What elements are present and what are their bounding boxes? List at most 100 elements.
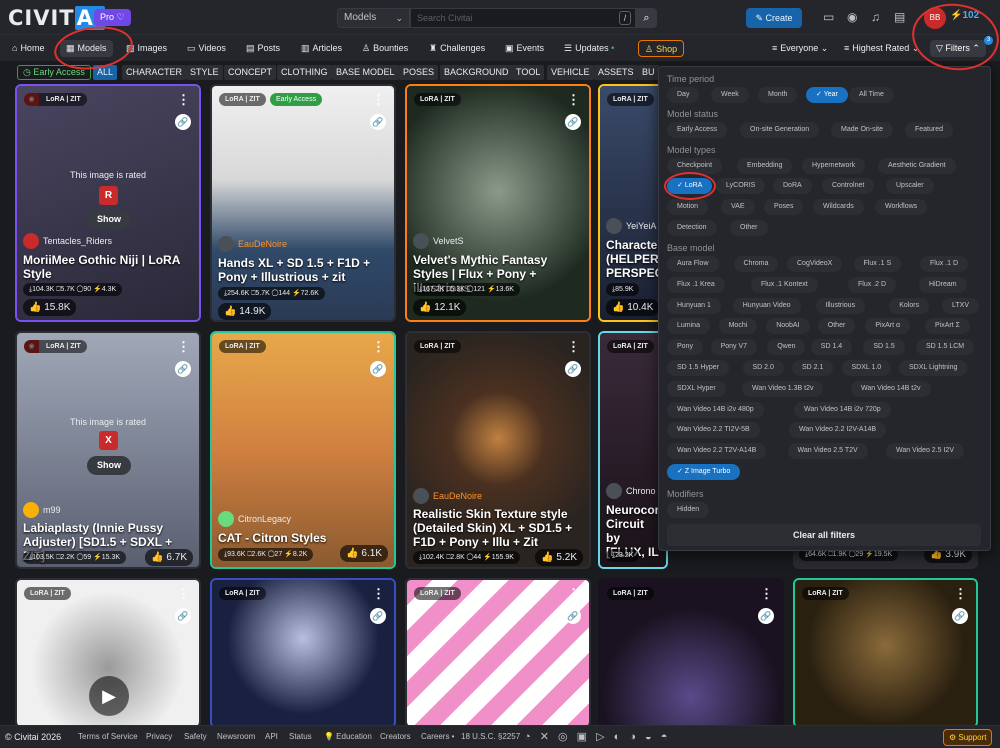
base-model-cogvideox[interactable]: CogVideoX	[787, 256, 843, 272]
model-card[interactable]: LoRA | ZIT ⋮ 🔗	[210, 578, 396, 728]
type-vae[interactable]: VAE	[721, 199, 755, 215]
base-model-qwen[interactable]: Qwen	[767, 339, 806, 356]
base-model-wan-video-2-2-ti2v-5b[interactable]: Wan Video 2.2 TI2V-5B	[667, 422, 760, 439]
type-aesthetic-gradient[interactable]: Aesthetic Gradient	[878, 158, 956, 174]
more-options-icon[interactable]: ⋮	[177, 340, 190, 353]
footer-status[interactable]: Status	[289, 726, 312, 748]
model-card[interactable]: ◉ LoRA | ZIT ⋮ 🔗 This image is rated X S…	[15, 331, 201, 569]
model-title[interactable]: Character (HELPER PERSPEC	[606, 238, 663, 280]
nav-articles[interactable]: ▥ Articles	[295, 40, 348, 57]
base-model-pony[interactable]: Pony	[667, 339, 703, 356]
time-week[interactable]: Week	[711, 87, 749, 103]
nav-home[interactable]: ⌂ Home	[6, 40, 50, 57]
more-options-icon[interactable]: ⋮	[567, 340, 580, 353]
tag-all[interactable]: ALL	[93, 65, 118, 80]
search-type-select[interactable]: Models ⌄	[337, 8, 410, 28]
time-day[interactable]: Day	[667, 87, 700, 103]
base-model-illustrious[interactable]: Illustrious	[815, 297, 866, 314]
base-model-other[interactable]: Other	[817, 318, 856, 335]
show-button[interactable]: Show	[87, 456, 131, 475]
base-model-noobai[interactable]: NoobAI	[766, 318, 810, 335]
base-model-sd-1-5-hyper[interactable]: SD 1.5 Hyper	[667, 360, 730, 376]
more-options-icon[interactable]: ⋮	[177, 93, 190, 106]
author[interactable]: EauDeNoire	[413, 488, 482, 504]
nav-videos[interactable]: ▭ Videos	[181, 40, 232, 57]
nav-challenges[interactable]: ♜ Challenges	[423, 40, 491, 57]
link-icon[interactable]: 🔗	[370, 114, 386, 130]
more-options-icon[interactable]: ⋮	[372, 340, 385, 353]
time-month[interactable]: Month	[758, 87, 798, 103]
footer-education[interactable]: 💡 Education	[324, 726, 372, 748]
pro-badge[interactable]: Pro ♡	[94, 9, 131, 26]
sort-select[interactable]: ≡ Highest Rated ⌄	[838, 40, 925, 57]
base-model-wan-video-2-5-i2v[interactable]: Wan Video 2.5 I2V	[886, 443, 964, 460]
card-image[interactable]	[795, 580, 976, 726]
support-button[interactable]: ⚙ Support	[943, 729, 993, 746]
tag-clothing[interactable]: CLOTHING	[277, 65, 332, 80]
card-image[interactable]	[212, 86, 394, 320]
nav-models[interactable]: ▦ Models	[60, 40, 113, 57]
link-icon[interactable]: 🔗	[175, 608, 191, 624]
type-hypernetwork[interactable]: Hypernetwork	[802, 158, 866, 174]
link-icon[interactable]: 🔗	[952, 608, 968, 624]
tag-style[interactable]: STYLE	[186, 65, 223, 80]
search-input[interactable]	[410, 8, 636, 28]
base-model-flux-1-krea[interactable]: Flux .1 Krea	[667, 276, 725, 293]
author[interactable]: CitronLegacy	[218, 511, 291, 527]
model-card[interactable]: LoRA | ZIT ⋮ 🔗	[793, 578, 978, 728]
model-title[interactable]: CAT - Citron Styles	[218, 531, 388, 545]
base-model-wan-video-2-2-i2v-a14b[interactable]: Wan Video 2.2 I2V-A14B	[789, 422, 887, 439]
type-upscaler[interactable]: Upscaler	[886, 178, 934, 194]
chat-icon[interactable]: ▤	[894, 10, 905, 24]
type-workflows[interactable]: Workflows	[875, 199, 928, 215]
type-lora[interactable]: LoRA	[667, 178, 713, 194]
more-options-icon[interactable]: ⋮	[567, 93, 580, 106]
more-options-icon[interactable]: ⋮	[567, 587, 580, 600]
footer-creators[interactable]: Creators	[380, 726, 411, 748]
more-options-icon[interactable]: ⋮	[760, 587, 773, 600]
base-model-sd-2-1[interactable]: SD 2.1	[792, 360, 834, 376]
base-model-flux-1-s[interactable]: Flux .1 S	[853, 256, 902, 272]
status-early-access[interactable]: Early Access	[667, 122, 728, 138]
more-options-icon[interactable]: ⋮	[177, 587, 190, 600]
base-model-hidream[interactable]: HiDream	[919, 276, 967, 293]
model-card[interactable]: LoRA | ZIT ⋮ 🔗 ▶	[15, 578, 201, 728]
type-checkpoint[interactable]: Checkpoint	[667, 158, 723, 174]
type-wildcards[interactable]: Wildcards	[813, 199, 864, 215]
social-icons[interactable]: ◔ ✕ ◎ ▣ ▷ ◐ ◑ ◒ ◓	[524, 726, 670, 748]
early-access-toggle[interactable]: ◷ Early Access	[17, 65, 91, 80]
base-model-wan-video-1-3b-t2v[interactable]: Wan Video 1.3B t2v	[742, 380, 824, 397]
link-icon[interactable]: 🔗	[370, 361, 386, 377]
base-model-z-image-turbo[interactable]: Z Image Turbo	[667, 464, 741, 480]
type-dora[interactable]: DoRA	[773, 178, 812, 194]
tag-tool[interactable]: TOOL	[512, 65, 545, 80]
author[interactable]: YeiYeiA	[606, 218, 656, 234]
everyone-filter[interactable]: ≡ Everyone ⌄	[766, 40, 834, 57]
footer-2257[interactable]: 18 U.S.C. §2257	[461, 726, 520, 748]
card-image[interactable]	[600, 580, 782, 726]
base-model-wan-video-14b-i2v-720p[interactable]: Wan Video 14B i2v 720p	[794, 401, 891, 418]
base-model-sd-1-4[interactable]: SD 1.4	[810, 339, 853, 356]
link-icon[interactable]: 🔗	[565, 361, 581, 377]
nav-updates[interactable]: ☰ Updates •	[558, 40, 620, 57]
base-model-wan-video-2-5-t2v[interactable]: Wan Video 2.5 T2V	[787, 443, 868, 460]
base-model-hunyuan-1[interactable]: Hunyuan 1	[667, 297, 721, 314]
model-card[interactable]: LoRA | ZIT Early Access ⋮ 🔗 EauDeNoire H…	[210, 84, 396, 322]
footer-careers[interactable]: Careers •	[421, 726, 454, 748]
author[interactable]: m99	[23, 502, 61, 518]
model-title[interactable]: MoriiMee Gothic Niji | LoRA Style	[23, 253, 193, 281]
base-model-pixart-[interactable]: PixArt α	[865, 318, 911, 335]
type-poses[interactable]: Poses	[764, 199, 804, 215]
model-card[interactable]: LoRA | ZIT ⋮ 🔗	[598, 578, 784, 728]
avatar[interactable]: BB	[924, 7, 946, 29]
civitai-logo[interactable]: CIVITAI	[8, 6, 105, 30]
base-model-sd-1-5[interactable]: SD 1.5	[863, 339, 905, 356]
base-model-pony-v7[interactable]: Pony V7	[710, 339, 758, 356]
base-model-pixart-[interactable]: PixArt Σ	[925, 318, 970, 335]
footer-terms[interactable]: Terms of Service	[78, 726, 138, 748]
tag-character[interactable]: CHARACTER	[122, 65, 187, 80]
buzz-balance[interactable]: ⚡102	[950, 10, 979, 21]
model-title[interactable]: Realistic Skin Texture style (Detailed S…	[413, 507, 583, 549]
search-button[interactable]: ⌕	[636, 8, 657, 28]
bell-icon[interactable]: ♫	[871, 10, 880, 24]
